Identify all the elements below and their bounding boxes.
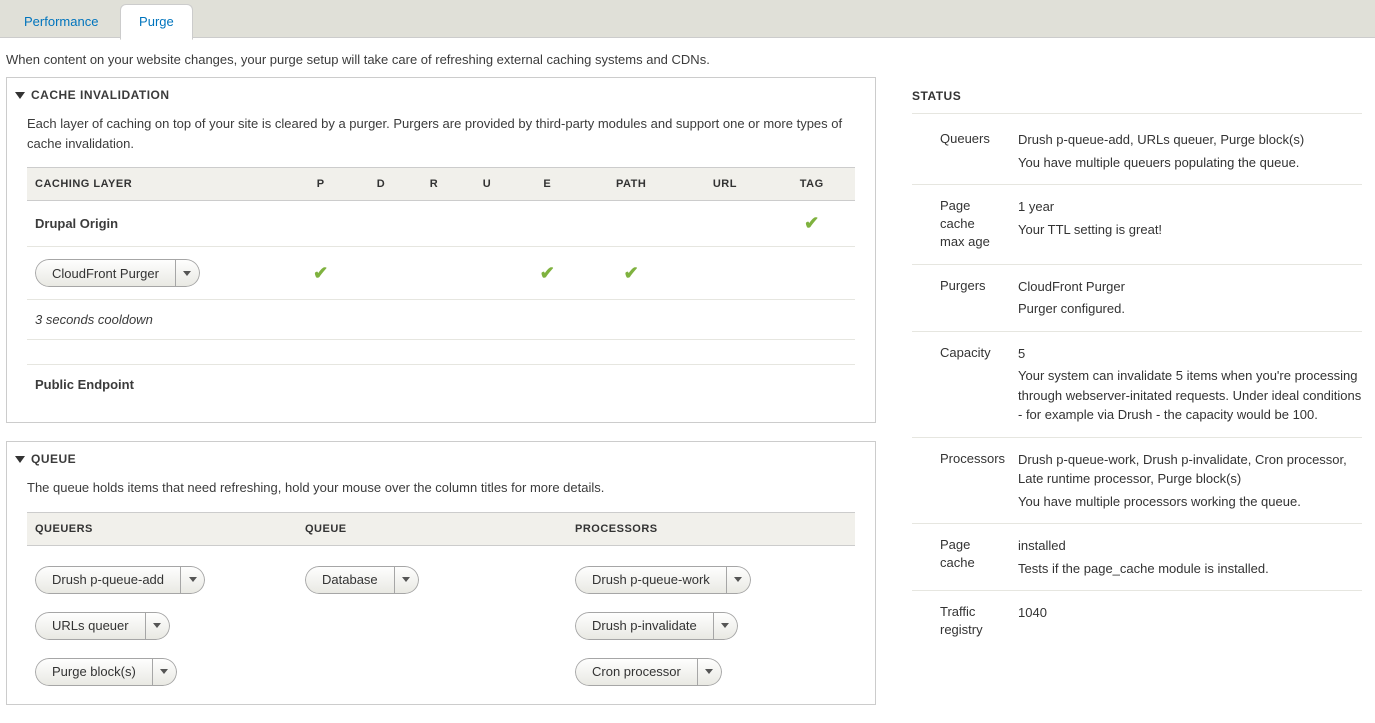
- check-icon: ✔: [313, 263, 328, 283]
- queue-header-row: QUEUERS QUEUE PROCESSORS: [27, 512, 855, 546]
- row-public-endpoint: Public Endpoint: [27, 365, 287, 405]
- status-value: Drush p-queue-work, Drush p-invalidate, …: [1018, 452, 1347, 487]
- th-path: PATH: [581, 168, 681, 201]
- caret-down-icon: [705, 669, 713, 674]
- cloudfront-purger-dropdown[interactable]: [176, 259, 200, 287]
- table-row: Drupal Origin ✔: [27, 201, 855, 247]
- status-value: 1040: [1018, 605, 1047, 620]
- cache-invalidation-title: CACHE INVALIDATION: [31, 88, 170, 102]
- cache-invalidation-toggle[interactable]: CACHE INVALIDATION: [7, 78, 875, 110]
- status-value: 5: [1018, 346, 1025, 361]
- th-p: P: [287, 168, 354, 201]
- status-heading: STATUS: [912, 77, 1362, 114]
- cloudfront-purger-button[interactable]: CloudFront Purger: [35, 259, 200, 287]
- cache-invalidation-table: CACHING LAYER P D R U E PATH URL TAG: [27, 167, 855, 404]
- processor-button-drush-pqueuework[interactable]: Drush p-queue-work: [575, 566, 751, 594]
- status-row: Traffic registry 1040: [912, 591, 1362, 651]
- th-queue: QUEUE: [297, 513, 567, 545]
- status-sub: You have multiple queuers populating the…: [1018, 153, 1362, 173]
- caret-down-icon: [183, 271, 191, 276]
- processor-button-drush-pinvalidate[interactable]: Drush p-invalidate: [575, 612, 738, 640]
- tab-purge[interactable]: Purge: [120, 4, 193, 40]
- cache-invalidation-description: Each layer of caching on top of your sit…: [27, 114, 855, 153]
- status-label: Page cache max age: [912, 197, 1002, 252]
- status-label: Traffic registry: [912, 603, 1002, 639]
- check-icon: ✔: [624, 263, 639, 283]
- status-sub: Your system can invalidate 5 items when …: [1018, 366, 1362, 425]
- caret-down-icon: [189, 577, 197, 582]
- tab-bar: Performance Purge: [0, 0, 1375, 38]
- status-value: 1 year: [1018, 199, 1054, 214]
- queue-description: The queue holds items that need refreshi…: [27, 478, 855, 498]
- status-label: Capacity: [912, 344, 1002, 425]
- queue-title: QUEUE: [31, 452, 76, 466]
- th-u: U: [461, 168, 514, 201]
- status-row: Queuers Drush p-queue-add, URLs queuer, …: [912, 118, 1362, 185]
- status-label: Queuers: [912, 130, 1002, 172]
- status-label: Page cache: [912, 536, 1002, 578]
- table-row: CloudFront Purger ✔ ✔ ✔: [27, 247, 855, 300]
- row-cooldown: 3 seconds cooldown: [27, 300, 287, 340]
- status-value: installed: [1018, 538, 1066, 553]
- check-icon: ✔: [804, 213, 819, 233]
- status-row: Page cache max age 1 year Your TTL setti…: [912, 185, 1362, 265]
- status-label: Processors: [912, 450, 1002, 512]
- table-row: 3 seconds cooldown: [27, 300, 855, 340]
- status-label: Purgers: [912, 277, 1002, 319]
- row-drupal-origin: Drupal Origin: [27, 201, 287, 247]
- th-caching-layer: CACHING LAYER: [27, 168, 287, 201]
- triangle-down-icon: [15, 92, 25, 99]
- th-queuers: QUEUERS: [27, 513, 297, 545]
- th-r: R: [407, 168, 460, 201]
- cache-invalidation-fieldset: CACHE INVALIDATION Each layer of caching…: [6, 77, 876, 423]
- status-sub: Your TTL setting is great!: [1018, 220, 1362, 240]
- caret-down-icon: [721, 623, 729, 628]
- status-row: Purgers CloudFront Purger Purger configu…: [912, 265, 1362, 332]
- status-sub: You have multiple processors working the…: [1018, 492, 1362, 512]
- queue-toggle[interactable]: QUEUE: [7, 442, 875, 474]
- cloudfront-purger-main[interactable]: CloudFront Purger: [35, 259, 176, 287]
- queuer-button-drush-pqueueadd[interactable]: Drush p-queue-add: [35, 566, 205, 594]
- th-url: URL: [681, 168, 768, 201]
- status-value: CloudFront Purger: [1018, 279, 1125, 294]
- caret-down-icon: [402, 577, 410, 582]
- status-sub: Tests if the page_cache module is instal…: [1018, 559, 1362, 579]
- status-row: Page cache installed Tests if the page_c…: [912, 524, 1362, 591]
- th-tag: TAG: [768, 168, 855, 201]
- status-sub: Purger configured.: [1018, 299, 1362, 319]
- queuer-button-urls-queuer[interactable]: URLs queuer: [35, 612, 170, 640]
- status-row: Processors Drush p-queue-work, Drush p-i…: [912, 438, 1362, 525]
- caret-down-icon: [153, 623, 161, 628]
- th-processors: PROCESSORS: [567, 513, 855, 545]
- queue-backend-button[interactable]: Database: [305, 566, 419, 594]
- th-d: D: [354, 168, 407, 201]
- table-row: [27, 340, 855, 365]
- queue-fieldset: QUEUE The queue holds items that need re…: [6, 441, 876, 705]
- tab-performance[interactable]: Performance: [6, 5, 116, 39]
- processor-button-cron-processor[interactable]: Cron processor: [575, 658, 722, 686]
- intro-text: When content on your website changes, yo…: [0, 38, 1375, 77]
- status-value: Drush p-queue-add, URLs queuer, Purge bl…: [1018, 132, 1304, 147]
- table-row: Public Endpoint: [27, 365, 855, 405]
- triangle-down-icon: [15, 456, 25, 463]
- check-icon: ✔: [540, 263, 555, 283]
- caret-down-icon: [160, 669, 168, 674]
- queuer-button-purge-blocks[interactable]: Purge block(s): [35, 658, 177, 686]
- th-e: E: [514, 168, 581, 201]
- caret-down-icon: [734, 577, 742, 582]
- status-row: Capacity 5 Your system can invalidate 5 …: [912, 332, 1362, 438]
